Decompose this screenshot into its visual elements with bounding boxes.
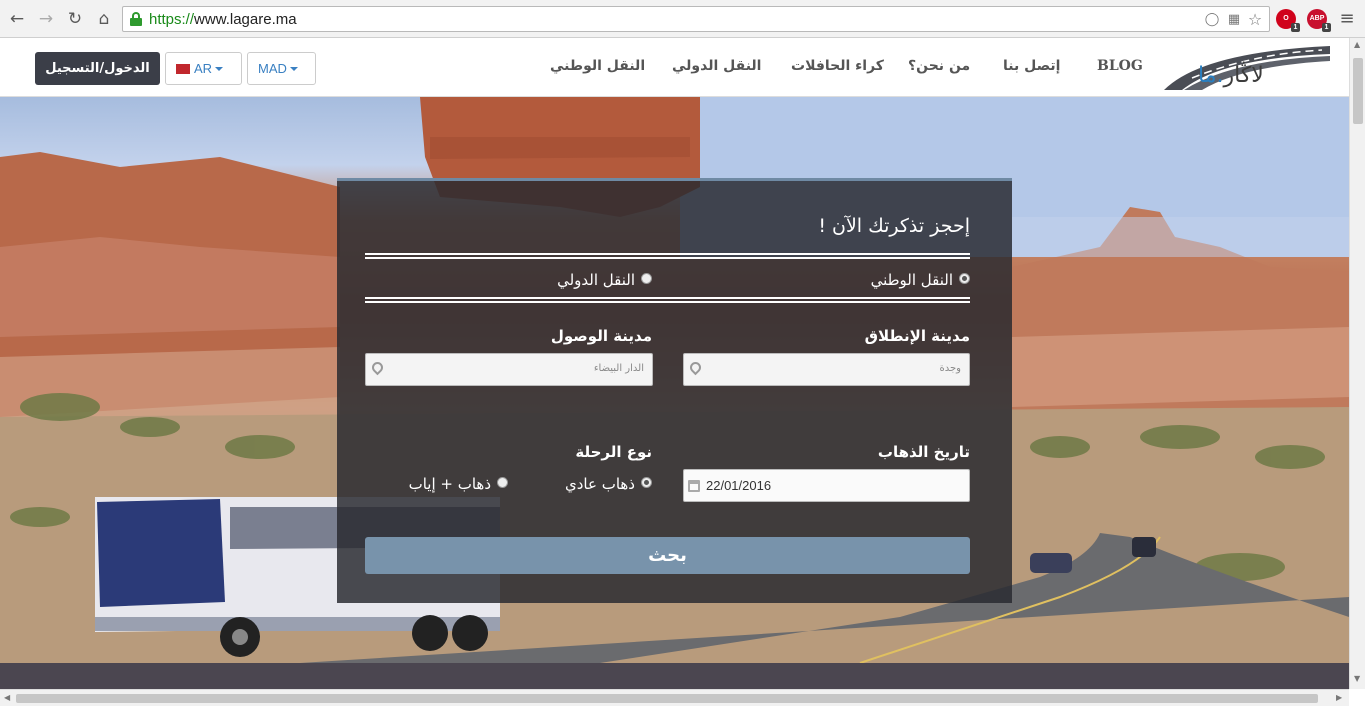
scrollbar-thumb[interactable]	[1353, 58, 1363, 124]
translate-icon[interactable]: ▦	[1226, 12, 1242, 28]
departure-label: مدينة الإنطلاق	[864, 327, 970, 345]
divider	[365, 297, 970, 303]
nav-blog[interactable]: BLOG	[1097, 58, 1143, 74]
address-bar[interactable]: https://www.lagare.ma ◯ ▦ ☆	[122, 6, 1270, 32]
menu-icon[interactable]: ≡	[1336, 8, 1358, 30]
url-text: https://www.lagare.ma	[149, 11, 297, 28]
scroll-up-icon[interactable]: ▲	[1354, 40, 1360, 50]
reload-icon[interactable]: ↻	[64, 8, 86, 30]
arrival-label: مدينة الوصول	[550, 327, 652, 345]
trip-type-label: نوع الرحلة	[575, 443, 652, 461]
horizontal-scrollbar[interactable]: ◀ ▶	[0, 689, 1349, 706]
scroll-right-icon[interactable]: ▶	[1336, 693, 1342, 703]
login-button[interactable]: الدخول/التسجيل	[35, 52, 160, 85]
vertical-scrollbar[interactable]: ▲ ▼	[1349, 38, 1365, 689]
scroll-left-icon[interactable]: ◀	[4, 693, 10, 703]
adblock-icon[interactable]: ABP 1	[1307, 9, 1331, 32]
logo-text[interactable]: لاڭار.ما	[1198, 63, 1264, 88]
footer-bar	[0, 663, 1349, 689]
departure-date-label: تاريخ الذهاب	[877, 443, 970, 461]
site-header: لاڭار.ما BLOG إتصل بنا من نحن؟ كراء الحا…	[0, 38, 1349, 97]
browser-toolbar: ← → ↻ ⌂ https://www.lagare.ma ◯ ▦ ☆ O1 A…	[0, 0, 1365, 38]
language-dropdown[interactable]: AR	[165, 52, 242, 85]
opera-icon[interactable]: O1	[1276, 9, 1300, 32]
calendar-icon	[688, 480, 700, 492]
currency-dropdown[interactable]: MAD	[247, 52, 316, 85]
scroll-down-icon[interactable]: ▼	[1354, 674, 1360, 684]
caret-down-icon	[289, 67, 298, 71]
map-pin-icon	[369, 359, 386, 376]
nav-about[interactable]: من نحن؟	[908, 58, 970, 74]
caret-down-icon	[215, 67, 224, 71]
booking-title: إحجز تذكرتك الآن !	[818, 215, 970, 237]
divider	[365, 253, 970, 259]
radio-one-way[interactable]: ذهاب عادي	[565, 475, 652, 493]
arrow-right-icon[interactable]: →	[35, 8, 57, 30]
radio-national-transport[interactable]: النقل الوطني	[871, 271, 970, 289]
nav-contact[interactable]: إتصل بنا	[1003, 58, 1060, 74]
shield-icon[interactable]: ◯	[1204, 12, 1220, 28]
radio-checked-icon	[959, 273, 970, 284]
flag-icon	[176, 64, 190, 74]
search-button[interactable]: بحث	[365, 537, 970, 574]
booking-panel: إحجز تذكرتك الآن ! النقل الوطني النقل ال…	[337, 178, 1012, 603]
home-icon[interactable]: ⌂	[93, 8, 115, 30]
star-icon[interactable]: ☆	[1247, 12, 1263, 28]
radio-checked-icon	[641, 477, 652, 488]
scrollbar-thumb[interactable]	[16, 694, 1318, 703]
nav-national[interactable]: النقل الوطني	[550, 58, 645, 74]
departure-city-input[interactable]: وجدة	[683, 353, 970, 386]
nav-bus-rental[interactable]: كراء الحافلات	[791, 58, 884, 74]
radio-unchecked-icon	[641, 273, 652, 284]
map-pin-icon	[687, 359, 704, 376]
radio-unchecked-icon	[497, 477, 508, 488]
departure-date-input[interactable]: 22/01/2016	[683, 469, 970, 502]
arrival-city-input[interactable]: الدار البيضاء	[365, 353, 653, 386]
radio-international-transport[interactable]: النقل الدولي	[557, 271, 652, 289]
arrow-left-icon[interactable]: ←	[6, 8, 28, 30]
radio-round-trip[interactable]: ذهاب + إياب	[409, 475, 508, 493]
nav-international[interactable]: النقل الدولي	[672, 58, 761, 74]
lock-icon	[130, 12, 142, 26]
